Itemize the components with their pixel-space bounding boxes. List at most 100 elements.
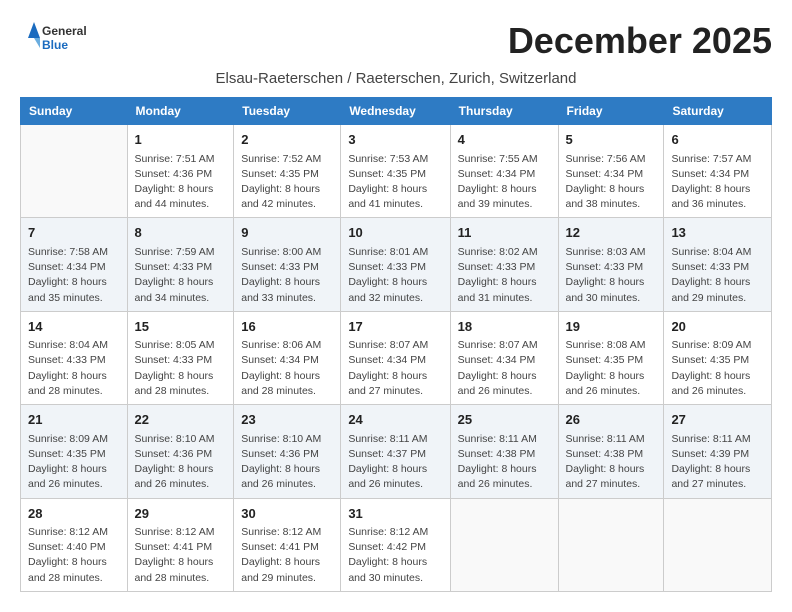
day-info: Sunrise: 7:53 AM Sunset: 4:35 PM Dayligh… xyxy=(348,152,442,213)
calendar-cell: 18 Sunrise: 8:07 AM Sunset: 4:34 PM Dayl… xyxy=(450,311,558,404)
daylight-text-cont: and 28 minutes. xyxy=(135,385,210,397)
sunrise-text: Sunrise: 8:07 AM xyxy=(458,339,538,351)
calendar-cell: 7 Sunrise: 7:58 AM Sunset: 4:34 PM Dayli… xyxy=(21,218,128,311)
day-number: 17 xyxy=(348,317,442,337)
day-info: Sunrise: 8:12 AM Sunset: 4:42 PM Dayligh… xyxy=(348,525,442,586)
daylight-text-cont: and 28 minutes. xyxy=(28,572,103,584)
daylight-text: Daylight: 8 hours xyxy=(566,276,645,288)
daylight-text: Daylight: 8 hours xyxy=(28,556,107,568)
sunset-text: Sunset: 4:42 PM xyxy=(348,541,426,553)
daylight-text-cont: and 27 minutes. xyxy=(566,478,641,490)
day-info: Sunrise: 8:00 AM Sunset: 4:33 PM Dayligh… xyxy=(241,245,333,306)
logo: General Blue xyxy=(20,20,100,56)
sunrise-text: Sunrise: 8:12 AM xyxy=(241,526,321,538)
daylight-text-cont: and 26 minutes. xyxy=(28,478,103,490)
day-info: Sunrise: 7:58 AM Sunset: 4:34 PM Dayligh… xyxy=(28,245,120,306)
sunset-text: Sunset: 4:35 PM xyxy=(241,168,319,180)
sunset-text: Sunset: 4:36 PM xyxy=(241,448,319,460)
daylight-text-cont: and 26 minutes. xyxy=(135,478,210,490)
daylight-text-cont: and 35 minutes. xyxy=(28,292,103,304)
daylight-text: Daylight: 8 hours xyxy=(458,370,537,382)
calendar-cell: 6 Sunrise: 7:57 AM Sunset: 4:34 PM Dayli… xyxy=(664,125,772,218)
day-number: 9 xyxy=(241,223,333,243)
day-info: Sunrise: 8:04 AM Sunset: 4:33 PM Dayligh… xyxy=(28,338,120,399)
calendar-cell: 31 Sunrise: 8:12 AM Sunset: 4:42 PM Dayl… xyxy=(341,498,450,591)
sunrise-text: Sunrise: 7:57 AM xyxy=(671,153,751,165)
day-number: 7 xyxy=(28,223,120,243)
sunrise-text: Sunrise: 8:06 AM xyxy=(241,339,321,351)
sunset-text: Sunset: 4:39 PM xyxy=(671,448,749,460)
daylight-text: Daylight: 8 hours xyxy=(241,370,320,382)
logo-svg: General Blue xyxy=(20,20,100,56)
sunrise-text: Sunrise: 8:02 AM xyxy=(458,246,538,258)
daylight-text: Daylight: 8 hours xyxy=(671,463,750,475)
day-info: Sunrise: 8:12 AM Sunset: 4:40 PM Dayligh… xyxy=(28,525,120,586)
sunset-text: Sunset: 4:35 PM xyxy=(28,448,106,460)
day-number: 15 xyxy=(135,317,227,337)
calendar-cell xyxy=(21,125,128,218)
daylight-text: Daylight: 8 hours xyxy=(348,370,427,382)
calendar-cell: 5 Sunrise: 7:56 AM Sunset: 4:34 PM Dayli… xyxy=(558,125,664,218)
day-info: Sunrise: 7:57 AM Sunset: 4:34 PM Dayligh… xyxy=(671,152,764,213)
daylight-text-cont: and 26 minutes. xyxy=(458,478,533,490)
daylight-text: Daylight: 8 hours xyxy=(135,183,214,195)
sunrise-text: Sunrise: 7:51 AM xyxy=(135,153,215,165)
sunrise-text: Sunrise: 7:55 AM xyxy=(458,153,538,165)
day-number: 19 xyxy=(566,317,657,337)
calendar-cell: 25 Sunrise: 8:11 AM Sunset: 4:38 PM Dayl… xyxy=(450,405,558,498)
sunset-text: Sunset: 4:33 PM xyxy=(566,261,644,273)
day-info: Sunrise: 8:11 AM Sunset: 4:38 PM Dayligh… xyxy=(566,432,657,493)
daylight-text: Daylight: 8 hours xyxy=(566,370,645,382)
sunset-text: Sunset: 4:34 PM xyxy=(28,261,106,273)
calendar-cell: 11 Sunrise: 8:02 AM Sunset: 4:33 PM Dayl… xyxy=(450,218,558,311)
month-title: December 2025 xyxy=(508,20,772,62)
day-info: Sunrise: 8:09 AM Sunset: 4:35 PM Dayligh… xyxy=(671,338,764,399)
day-info: Sunrise: 8:04 AM Sunset: 4:33 PM Dayligh… xyxy=(671,245,764,306)
daylight-text-cont: and 44 minutes. xyxy=(135,198,210,210)
sunrise-text: Sunrise: 8:10 AM xyxy=(135,433,215,445)
sunset-text: Sunset: 4:36 PM xyxy=(135,448,213,460)
day-number: 29 xyxy=(135,504,227,524)
day-info: Sunrise: 8:12 AM Sunset: 4:41 PM Dayligh… xyxy=(241,525,333,586)
daylight-text: Daylight: 8 hours xyxy=(135,463,214,475)
sunrise-text: Sunrise: 8:12 AM xyxy=(28,526,108,538)
sunset-text: Sunset: 4:38 PM xyxy=(566,448,644,460)
sunset-text: Sunset: 4:34 PM xyxy=(241,354,319,366)
sunset-text: Sunset: 4:34 PM xyxy=(458,168,536,180)
day-number: 10 xyxy=(348,223,442,243)
sunrise-text: Sunrise: 8:09 AM xyxy=(671,339,751,351)
sunrise-text: Sunrise: 8:11 AM xyxy=(671,433,750,445)
day-number: 25 xyxy=(458,410,551,430)
calendar-cell: 20 Sunrise: 8:09 AM Sunset: 4:35 PM Dayl… xyxy=(664,311,772,404)
daylight-text-cont: and 29 minutes. xyxy=(241,572,316,584)
sunrise-text: Sunrise: 8:00 AM xyxy=(241,246,321,258)
day-info: Sunrise: 8:03 AM Sunset: 4:33 PM Dayligh… xyxy=(566,245,657,306)
day-info: Sunrise: 8:12 AM Sunset: 4:41 PM Dayligh… xyxy=(135,525,227,586)
svg-text:General: General xyxy=(42,24,87,38)
daylight-text-cont: and 32 minutes. xyxy=(348,292,423,304)
calendar-cell: 16 Sunrise: 8:06 AM Sunset: 4:34 PM Dayl… xyxy=(234,311,341,404)
day-info: Sunrise: 8:11 AM Sunset: 4:39 PM Dayligh… xyxy=(671,432,764,493)
calendar-week-row: 1 Sunrise: 7:51 AM Sunset: 4:36 PM Dayli… xyxy=(21,125,772,218)
calendar-cell: 13 Sunrise: 8:04 AM Sunset: 4:33 PM Dayl… xyxy=(664,218,772,311)
day-info: Sunrise: 8:07 AM Sunset: 4:34 PM Dayligh… xyxy=(348,338,442,399)
day-info: Sunrise: 8:11 AM Sunset: 4:37 PM Dayligh… xyxy=(348,432,442,493)
weekday-header-sunday: Sunday xyxy=(21,98,128,125)
daylight-text-cont: and 41 minutes. xyxy=(348,198,423,210)
daylight-text: Daylight: 8 hours xyxy=(671,370,750,382)
day-info: Sunrise: 8:05 AM Sunset: 4:33 PM Dayligh… xyxy=(135,338,227,399)
sunrise-text: Sunrise: 8:01 AM xyxy=(348,246,428,258)
calendar-cell: 28 Sunrise: 8:12 AM Sunset: 4:40 PM Dayl… xyxy=(21,498,128,591)
daylight-text: Daylight: 8 hours xyxy=(458,276,537,288)
daylight-text: Daylight: 8 hours xyxy=(135,276,214,288)
day-number: 12 xyxy=(566,223,657,243)
sunrise-text: Sunrise: 8:12 AM xyxy=(135,526,215,538)
calendar-cell: 24 Sunrise: 8:11 AM Sunset: 4:37 PM Dayl… xyxy=(341,405,450,498)
calendar-week-row: 7 Sunrise: 7:58 AM Sunset: 4:34 PM Dayli… xyxy=(21,218,772,311)
day-number: 21 xyxy=(28,410,120,430)
day-number: 1 xyxy=(135,130,227,150)
sunset-text: Sunset: 4:35 PM xyxy=(566,354,644,366)
sunrise-text: Sunrise: 7:52 AM xyxy=(241,153,321,165)
daylight-text-cont: and 27 minutes. xyxy=(671,478,746,490)
sunrise-text: Sunrise: 8:04 AM xyxy=(28,339,108,351)
